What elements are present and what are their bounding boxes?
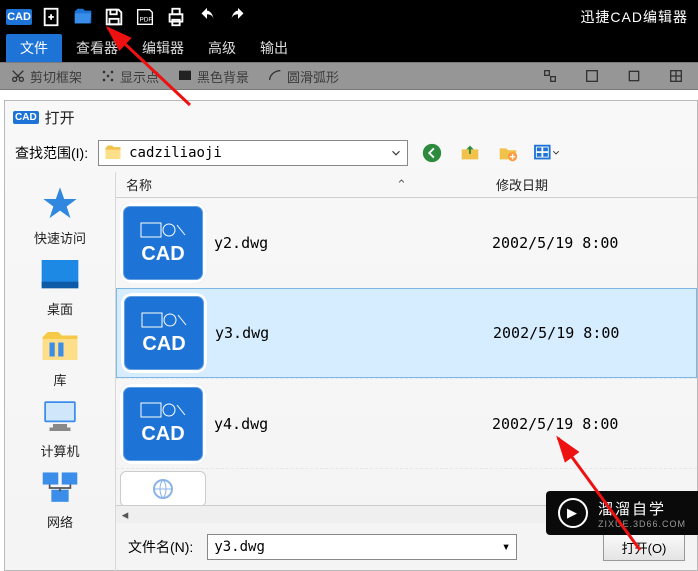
place-libraries[interactable]: 库	[5, 324, 115, 389]
file-thumbnail: CAD	[120, 384, 206, 464]
dialog-titlebar: CAD 打开	[5, 101, 697, 134]
save-icon[interactable]	[103, 6, 125, 28]
svg-text:PDF: PDF	[140, 17, 153, 24]
tab-viewer[interactable]: 查看器	[66, 34, 128, 62]
open-button[interactable]: 打开(O)	[603, 533, 685, 561]
new-file-icon[interactable]	[41, 6, 63, 28]
scroll-left-icon[interactable]: ◂	[116, 507, 134, 523]
smooth-arc-button[interactable]: 圆滑弧形	[267, 67, 339, 86]
show-points-label: 显示点	[120, 67, 159, 86]
tab-advanced[interactable]: 高级	[198, 34, 246, 62]
file-row[interactable]: CAD y2.dwg 2002/5/19 8:00	[116, 198, 697, 288]
filename-label: 文件名(N):	[128, 537, 193, 557]
nav-up-icon[interactable]	[456, 142, 484, 164]
cut-frame-label: 剪切框架	[30, 67, 82, 86]
col-name[interactable]: 名称	[116, 175, 486, 194]
cut-frame-button[interactable]: 剪切框架	[10, 67, 82, 86]
watermark-text: 溜溜自学	[598, 501, 666, 518]
misc-tool-1[interactable]	[538, 68, 562, 84]
black-bg-button[interactable]: 黑色背景	[177, 67, 249, 86]
play-icon: ▶	[558, 498, 588, 528]
file-thumbnail: CAD	[120, 203, 206, 283]
dialog-title: 打开	[45, 107, 75, 128]
sort-indicator-icon: ⌃	[396, 177, 407, 193]
app-logo: CAD	[6, 9, 32, 25]
lookin-label: 查找范围(I):	[15, 143, 88, 163]
chevron-down-icon: ▾	[502, 539, 510, 555]
misc-tool-3[interactable]	[622, 68, 646, 84]
column-headers[interactable]: 名称 ⌃ 修改日期	[116, 172, 697, 198]
tool-strip: 剪切框架 显示点 黑色背景 圆滑弧形	[0, 62, 698, 90]
place-network[interactable]: 网络	[5, 466, 115, 531]
ribbon-tabs: 文件 查看器 编辑器 高级 输出	[0, 34, 698, 62]
lookin-combo[interactable]: cadziliaoji	[98, 140, 408, 166]
file-thumbnail: CAD	[121, 293, 207, 373]
watermark-overlay: ▶ 溜溜自学 ZIXUE.3D66.COM	[546, 491, 698, 535]
nav-newfolder-icon[interactable]	[494, 142, 522, 164]
col-date[interactable]: 修改日期	[486, 175, 697, 194]
app-title: 迅捷CAD编辑器	[580, 7, 692, 27]
misc-tool-2[interactable]	[580, 68, 604, 84]
chevron-down-icon	[389, 146, 403, 160]
lookin-row: 查找范围(I): cadziliaoji	[5, 134, 697, 172]
file-row-selected[interactable]: CAD y3.dwg 2002/5/19 8:00	[116, 288, 697, 378]
place-computer[interactable]: 计算机	[5, 395, 115, 460]
smooth-arc-label: 圆滑弧形	[287, 67, 339, 86]
places-bar: 快速访问 桌面 库 计算机 网络	[5, 172, 115, 571]
watermark-sub: ZIXUE.3D66.COM	[598, 519, 686, 529]
show-points-button[interactable]: 显示点	[100, 67, 159, 86]
dialog-logo: CAD	[13, 111, 39, 124]
tab-output[interactable]: 输出	[250, 34, 298, 62]
place-desktop[interactable]: 桌面	[5, 253, 115, 318]
file-row[interactable]: CAD y4.dwg 2002/5/19 8:00	[116, 378, 697, 468]
place-quick[interactable]: 快速访问	[5, 182, 115, 247]
lookin-folder: cadziliaoji	[129, 145, 383, 161]
misc-tool-4[interactable]	[664, 68, 688, 84]
tab-file[interactable]: 文件	[6, 34, 62, 62]
redo-icon[interactable]	[227, 6, 249, 28]
print-icon[interactable]	[165, 6, 187, 28]
open-folder-icon[interactable]	[72, 6, 94, 28]
nav-back-icon[interactable]	[418, 142, 446, 164]
nav-viewmenu-icon[interactable]	[532, 142, 560, 164]
file-list[interactable]: CAD y2.dwg 2002/5/19 8:00 CAD y3.dwg 200…	[116, 198, 697, 505]
quick-access-toolbar: CAD PDF 迅捷CAD编辑器	[0, 0, 698, 34]
filename-combo[interactable]: y3.dwg ▾	[207, 534, 517, 560]
tab-editor[interactable]: 编辑器	[132, 34, 194, 62]
save-pdf-icon[interactable]: PDF	[134, 6, 156, 28]
undo-icon[interactable]	[196, 6, 218, 28]
file-thumbnail-generic	[120, 471, 206, 506]
black-bg-label: 黑色背景	[197, 67, 249, 86]
